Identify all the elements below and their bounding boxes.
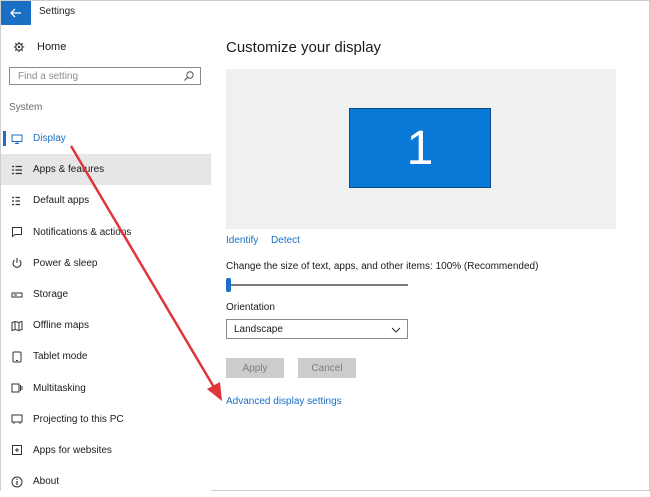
sidebar-home-label: Home <box>37 41 67 53</box>
display-preview: 1 <box>226 69 616 229</box>
apps-list-icon <box>11 164 23 176</box>
sidebar-item-default-apps[interactable]: Default apps <box>1 185 211 216</box>
power-icon <box>11 257 23 269</box>
sidebar-item-label: Multitasking <box>33 382 86 394</box>
sidebar-item-label: Power & sleep <box>33 257 98 269</box>
sidebar-item-offline-maps[interactable]: Offline maps <box>1 310 211 341</box>
sidebar-item-label: Apps for websites <box>33 444 112 456</box>
sidebar-item-label: Tablet mode <box>33 351 88 363</box>
search-icon <box>184 71 194 81</box>
sidebar-item-notifications[interactable]: Notifications & actions <box>1 217 211 248</box>
search-input[interactable]: Find a setting <box>9 67 201 85</box>
advanced-display-settings-link[interactable]: Advanced display settings <box>226 396 342 407</box>
slider-thumb[interactable] <box>226 278 231 292</box>
display-number: 1 <box>406 121 434 175</box>
sidebar-nav: Display Apps & features Default apps Not… <box>1 123 211 497</box>
storage-icon <box>11 289 23 301</box>
sidebar-item-label: About <box>33 476 60 488</box>
sidebar-item-label: Notifications & actions <box>33 226 132 238</box>
page-title: Customize your display <box>226 39 382 56</box>
sidebar-item-label: Default apps <box>33 195 90 207</box>
scale-slider[interactable] <box>226 278 408 292</box>
section-label-system: System <box>9 102 43 113</box>
back-button[interactable] <box>1 1 31 25</box>
detect-link[interactable]: Detect <box>271 235 300 246</box>
orientation-value: Landscape <box>234 324 283 335</box>
projecting-icon <box>11 413 23 425</box>
search-placeholder: Find a setting <box>18 71 79 82</box>
back-arrow-icon <box>10 8 21 18</box>
sidebar-item-storage[interactable]: Storage <box>1 279 211 310</box>
apps-websites-icon <box>11 444 23 456</box>
monitor-icon <box>11 133 23 145</box>
apply-button[interactable]: Apply <box>226 358 284 378</box>
orientation-dropdown[interactable]: Landscape <box>226 319 408 339</box>
sidebar-item-power-sleep[interactable]: Power & sleep <box>1 248 211 279</box>
multitasking-icon <box>11 382 23 394</box>
sidebar-item-multitasking[interactable]: Multitasking <box>1 373 211 404</box>
sidebar-item-label: Offline maps <box>33 320 89 332</box>
orientation-label: Orientation <box>226 302 275 313</box>
main-content: Customize your display 1 Identify Detect… <box>211 25 650 492</box>
map-icon <box>11 320 23 332</box>
default-apps-icon <box>11 195 23 207</box>
chevron-down-icon <box>391 327 401 333</box>
sidebar-item-projecting[interactable]: Projecting to this PC <box>1 404 211 435</box>
sidebar-item-apps-websites[interactable]: Apps for websites <box>1 435 211 466</box>
sidebar-item-display[interactable]: Display <box>1 123 211 154</box>
sidebar-home[interactable]: Home <box>1 37 211 57</box>
sidebar-item-label: Projecting to this PC <box>33 413 124 425</box>
sidebar-item-label: Apps & features <box>33 164 105 176</box>
info-icon <box>11 476 23 488</box>
sidebar-item-apps-features[interactable]: Apps & features <box>1 154 211 186</box>
window-title: Settings <box>39 6 76 17</box>
sidebar-item-label: Storage <box>33 289 69 301</box>
display-links: Identify Detect <box>226 235 310 246</box>
notifications-icon <box>11 226 23 238</box>
tablet-icon <box>11 351 23 363</box>
scale-label: Change the size of text, apps, and other… <box>226 261 539 272</box>
title-bar: Settings <box>1 1 649 25</box>
sidebar: Home Find a setting System Display Apps … <box>1 25 211 492</box>
sidebar-item-label: Display <box>33 133 66 145</box>
cancel-button[interactable]: Cancel <box>298 358 356 378</box>
gear-icon <box>12 40 26 54</box>
display-1-tile[interactable]: 1 <box>349 108 491 188</box>
slider-track <box>226 284 408 286</box>
sidebar-item-about[interactable]: About <box>1 466 211 497</box>
sidebar-item-tablet-mode[interactable]: Tablet mode <box>1 341 211 372</box>
identify-link[interactable]: Identify <box>226 235 258 246</box>
